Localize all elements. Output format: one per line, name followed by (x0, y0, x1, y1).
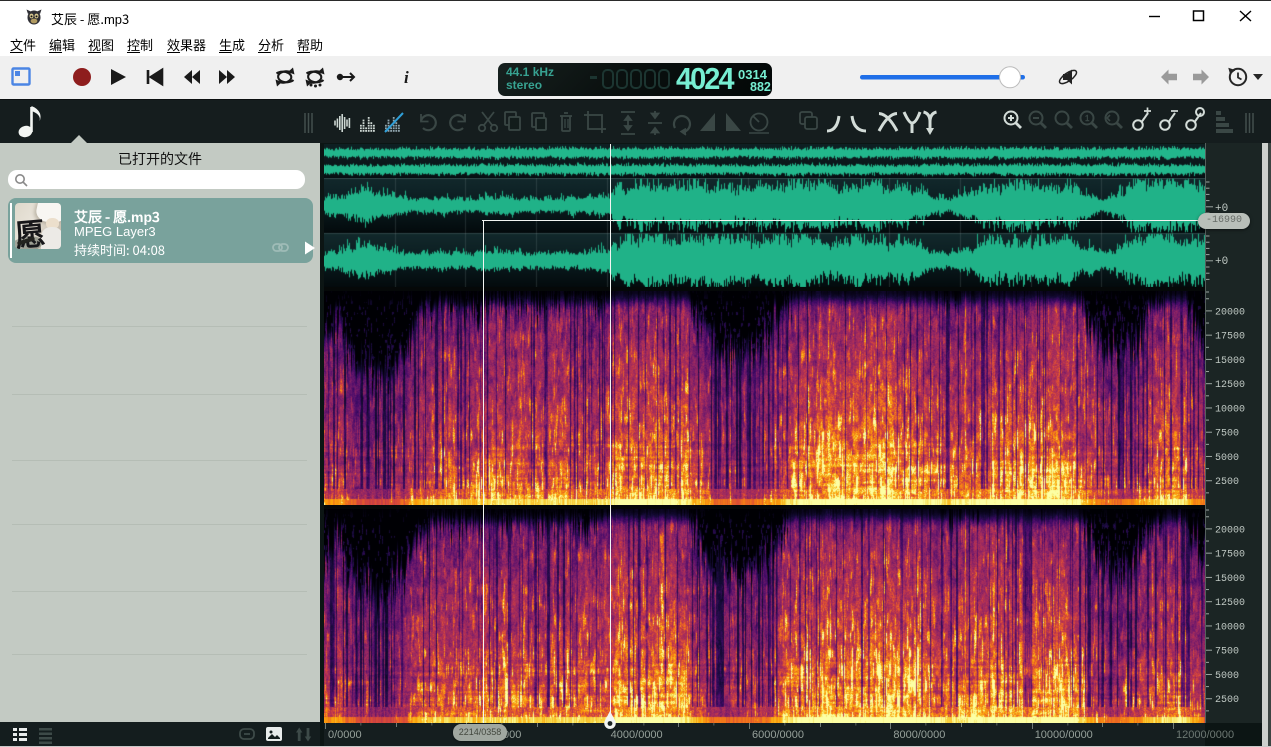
svg-text:5000: 5000 (1215, 453, 1239, 464)
svg-text:2500: 2500 (1215, 477, 1239, 488)
svg-text:20000: 20000 (1215, 307, 1245, 318)
svg-text:15000: 15000 (1215, 574, 1245, 585)
svg-text:i: i (404, 68, 409, 87)
svg-text:10000: 10000 (1215, 622, 1245, 633)
svg-text:0/0000: 0/0000 (328, 729, 362, 741)
svg-text:2500: 2500 (1215, 695, 1239, 706)
svg-text:17500: 17500 (1215, 550, 1245, 561)
svg-text:20000: 20000 (1215, 525, 1245, 536)
svg-text:6000/0000: 6000/0000 (752, 729, 804, 741)
svg-text:7500: 7500 (1215, 429, 1239, 440)
svg-text:+0: +0 (1215, 256, 1228, 268)
svg-text:12500: 12500 (1215, 598, 1245, 609)
svg-text:10000/0000: 10000/0000 (1035, 729, 1093, 741)
svg-text:15000: 15000 (1215, 356, 1245, 367)
svg-text:8000/0000: 8000/0000 (893, 729, 945, 741)
svg-text:1: 1 (1085, 114, 1090, 123)
svg-text:17500: 17500 (1215, 332, 1245, 343)
svg-text:12500: 12500 (1215, 380, 1245, 391)
svg-text:10000: 10000 (1215, 404, 1245, 415)
svg-text:7500: 7500 (1215, 647, 1239, 658)
svg-text:5000: 5000 (1215, 671, 1239, 682)
svg-text:12000/0000: 12000/0000 (1176, 729, 1234, 741)
